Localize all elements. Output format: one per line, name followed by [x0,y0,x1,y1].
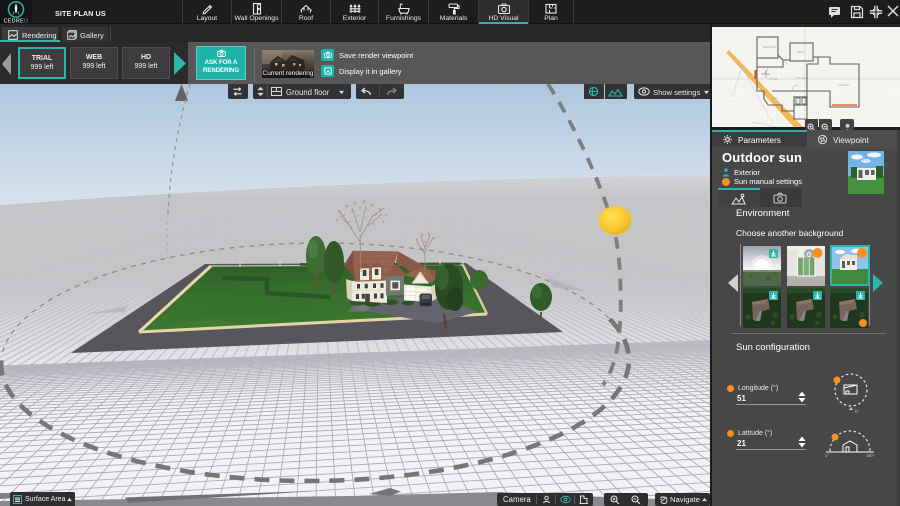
svg-text:KITCHEN: KITCHEN [795,76,807,80]
svg-text:0°: 0° [855,409,860,414]
svg-text:HALL: HALL [772,96,779,100]
svg-text:GARAGE: GARAGE [838,83,849,87]
svg-text:BATH: BATH [797,50,804,54]
svg-text:0°: 0° [825,453,829,457]
svg-text:LIVING: LIVING [769,77,778,81]
svg-text:BEDROOM: BEDROOM [763,45,776,49]
svg-text:180°: 180° [866,453,875,457]
